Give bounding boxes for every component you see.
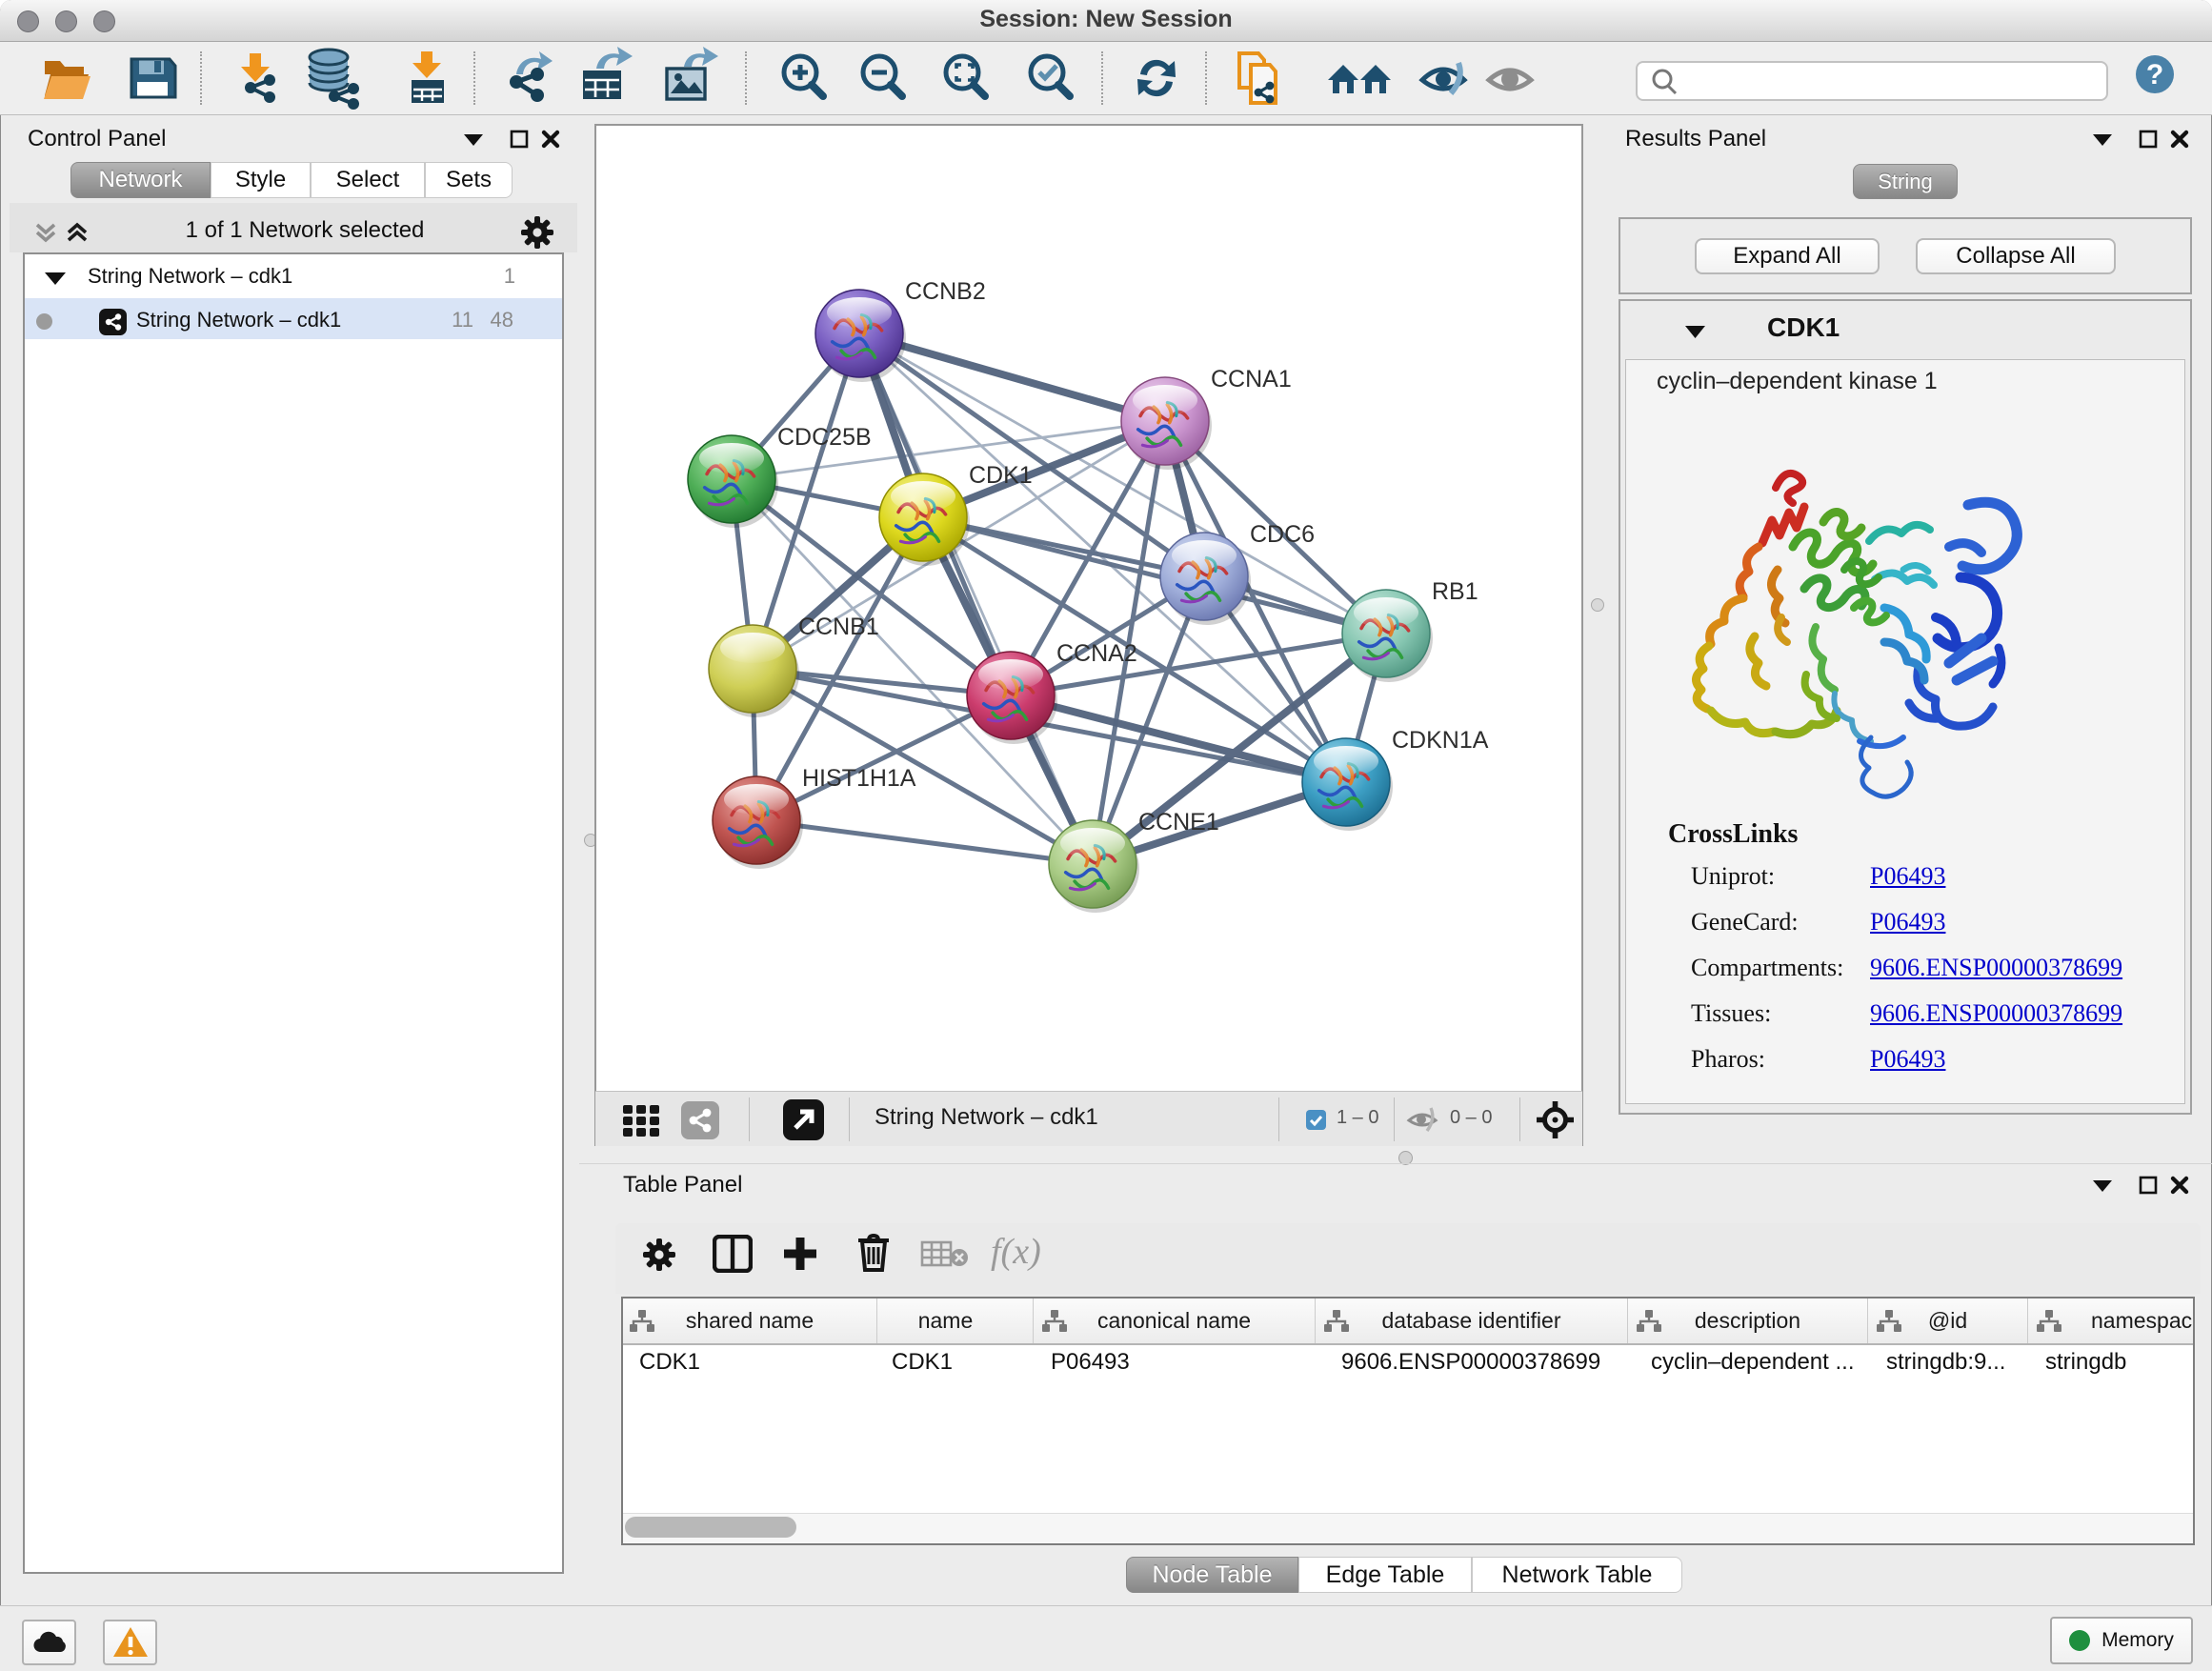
- svg-text:CDK1: CDK1: [969, 462, 1033, 489]
- svg-text:CDKN1A: CDKN1A: [1392, 727, 1489, 754]
- svg-text:CCNE1: CCNE1: [1138, 809, 1219, 836]
- svg-text:CCNB1: CCNB1: [798, 614, 879, 640]
- svg-text:RB1: RB1: [1432, 578, 1478, 605]
- svg-text:CCNA2: CCNA2: [1056, 640, 1137, 667]
- svg-text:CDC6: CDC6: [1250, 521, 1315, 548]
- svg-text:HIST1H1A: HIST1H1A: [802, 765, 916, 792]
- svg-text:CCNB2: CCNB2: [905, 278, 986, 305]
- svg-text:CDC25B: CDC25B: [777, 424, 872, 451]
- svg-text:CCNA1: CCNA1: [1211, 366, 1292, 393]
- svg-text:?: ?: [2146, 59, 2163, 91]
